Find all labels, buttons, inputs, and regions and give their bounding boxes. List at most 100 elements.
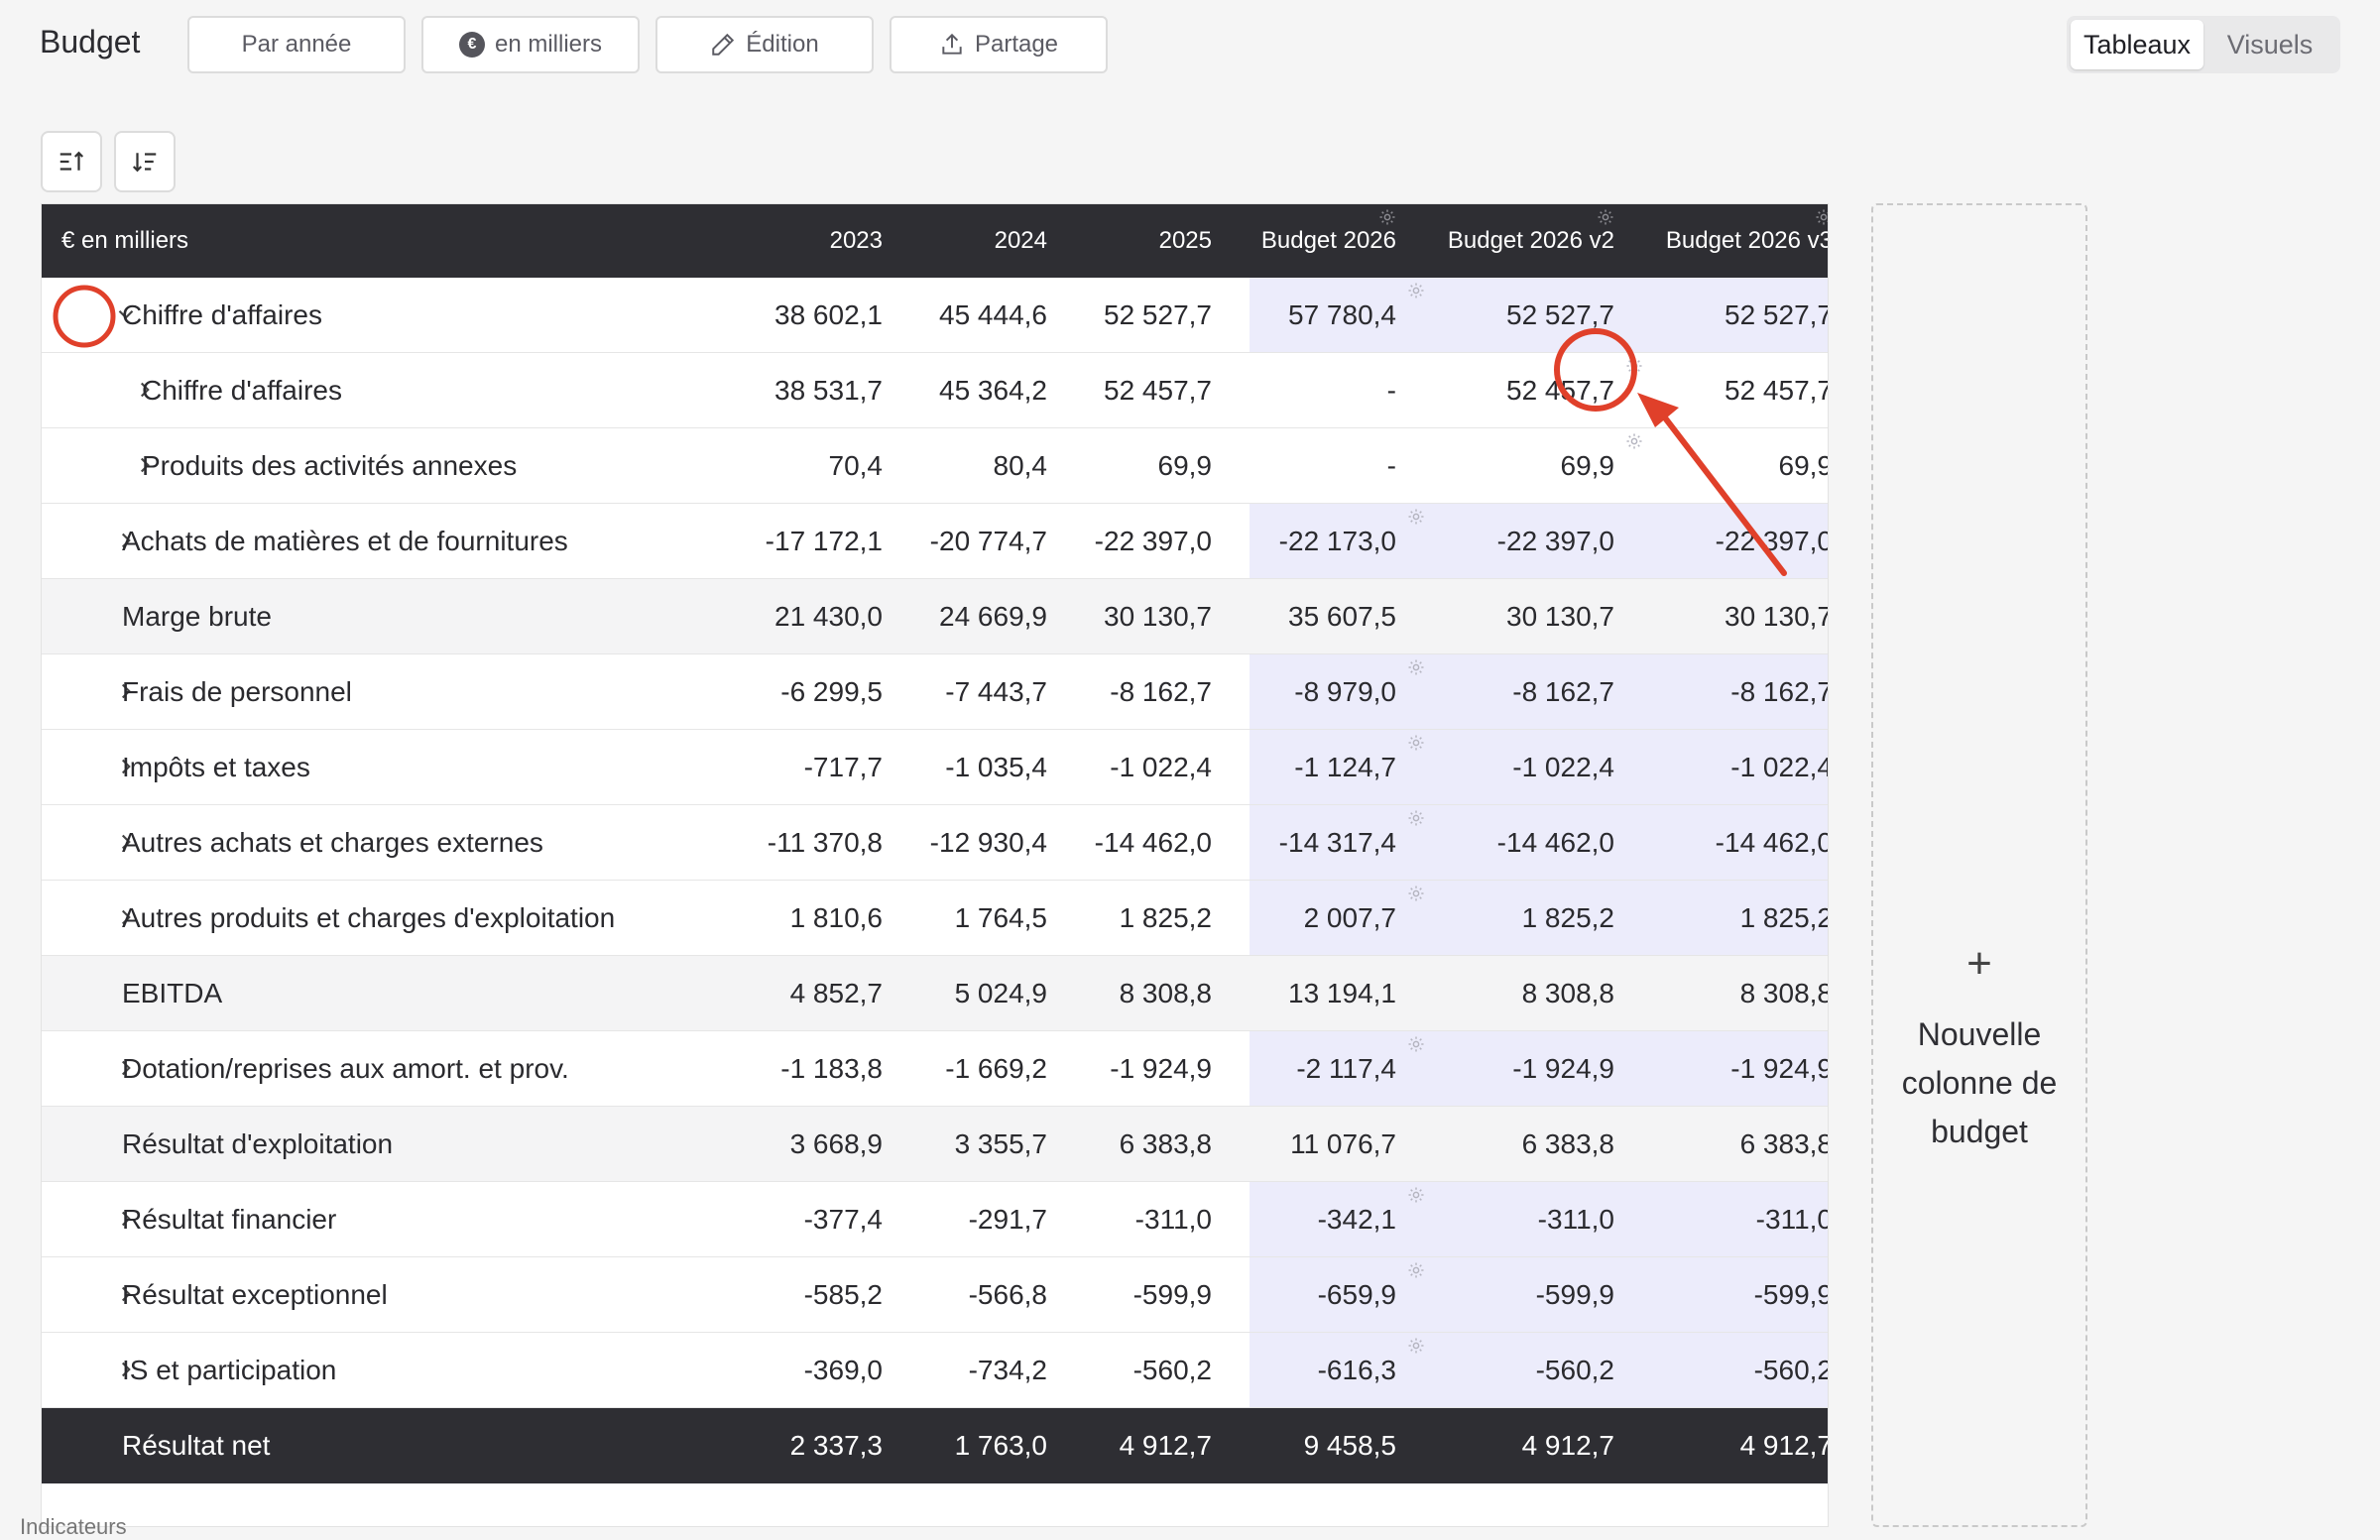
table-row[interactable]: Résultat financier -377,4 -291,7 -311,0 -342… — [42, 1182, 1828, 1257]
edition-button[interactable]: Édition — [655, 16, 874, 73]
cell-col-budget-2026[interactable]: - — [1250, 353, 1416, 427]
cell-settings-gear-icon[interactable] — [1407, 885, 1425, 902]
cell-col-budget-2026-v2[interactable]: 30 130,7 — [1430, 579, 1634, 653]
budget-table: € en milliers 2023 2024 2025 Budget 2026 Bud… — [41, 203, 1829, 1527]
cell-col-budget-2026-v2[interactable]: -1 022,4 — [1430, 730, 1634, 804]
cell-col-budget-2026-v3[interactable]: 4 912,7 — [1648, 1408, 1828, 1483]
cell-col-budget-2026-v3[interactable]: -14 462,0 — [1648, 805, 1828, 880]
cell-col-budget-2026-v2[interactable]: 4 912,7 — [1430, 1408, 1634, 1483]
sort-descending-button[interactable] — [114, 131, 176, 192]
cell-col-2024: -7 443,7 — [945, 675, 1047, 707]
cell-col-budget-2026-v3[interactable]: 52 457,7 — [1648, 353, 1828, 427]
cell-settings-gear-icon[interactable] — [1407, 1261, 1425, 1279]
cell-col-budget-2026-v2[interactable]: 69,9 — [1430, 428, 1634, 503]
cell-col-budget-2026-v2[interactable]: -311,0 — [1430, 1182, 1634, 1256]
table-row[interactable]: IS et participation -369,0 -734,2 -560,2 -61… — [42, 1333, 1828, 1408]
corner-label: € en milliers — [61, 227, 189, 254]
cell-col-budget-2026[interactable]: 35 607,5 — [1250, 579, 1416, 653]
table-row[interactable]: Chiffre d'affaires 38 602,1 45 444,6 52 527… — [42, 278, 1828, 353]
cell-col-budget-2026-v2[interactable]: -1 924,9 — [1430, 1031, 1634, 1106]
cell-settings-gear-icon[interactable] — [1407, 734, 1425, 752]
row-label: Achats de matières et de fournitures — [122, 525, 568, 556]
cell-col-budget-2026-v2[interactable]: -560,2 — [1430, 1333, 1634, 1407]
cell-col-2023: -17 172,1 — [765, 525, 883, 556]
cell-col-budget-2026-v2[interactable]: -8 162,7 — [1430, 654, 1634, 729]
cell-settings-gear-icon[interactable] — [1407, 1035, 1425, 1053]
column-settings-gear-icon[interactable] — [1815, 208, 1829, 226]
table-row[interactable]: Frais de personnel -6 299,5 -7 443,7 -8 162… — [42, 654, 1828, 730]
cell-settings-gear-icon[interactable] — [1625, 357, 1643, 375]
cell-col-2023: -585,2 — [803, 1278, 883, 1310]
cell-col-budget-2026-v3[interactable]: 1 825,2 — [1648, 881, 1828, 955]
table-row[interactable]: Dotation/reprises aux amort. et prov. -1 … — [42, 1031, 1828, 1107]
cell-col-2025: 52 457,7 — [1104, 374, 1212, 406]
cell-settings-gear-icon[interactable] — [1407, 282, 1425, 299]
cell-col-budget-2026-v3[interactable]: 8 308,8 — [1648, 956, 1828, 1030]
cell-col-budget-2026[interactable]: -342,1 — [1250, 1182, 1416, 1256]
cell-col-budget-2026-v3[interactable]: -599,9 — [1648, 1257, 1828, 1332]
cell-col-budget-2026-v2[interactable]: 8 308,8 — [1430, 956, 1634, 1030]
cell-col-budget-2026-v3[interactable]: -560,2 — [1648, 1333, 1828, 1407]
cell-col-budget-2026-v3[interactable]: 69,9 — [1648, 428, 1829, 503]
tab-tableaux[interactable]: Tableaux — [2071, 20, 2203, 69]
table-row-total: Résultat net 2 337,3 1 763,0 4 912,7 9 458,5… — [42, 1408, 1828, 1483]
table-row[interactable]: Autres produits et charges d'exploitatio… — [42, 881, 1828, 956]
column-settings-gear-icon[interactable] — [1597, 208, 1614, 226]
cell-col-budget-2026-v2[interactable]: -14 462,0 — [1430, 805, 1634, 880]
cell-col-budget-2026-v3[interactable]: -8 162,7 — [1648, 654, 1828, 729]
cell-col-budget-2026[interactable]: 11 076,7 — [1250, 1107, 1416, 1181]
cell-settings-gear-icon[interactable] — [1407, 809, 1425, 827]
cell-col-budget-2026-v2[interactable]: -22 397,0 — [1430, 504, 1634, 578]
column-settings-gear-icon[interactable] — [1378, 208, 1396, 226]
table-row[interactable]: Autres achats et charges externes -11 370… — [42, 805, 1828, 881]
cell-col-2024: 80,4 — [993, 449, 1048, 481]
cell-settings-gear-icon[interactable] — [1407, 1186, 1425, 1204]
cell-col-budget-2026[interactable]: 9 458,5 — [1250, 1408, 1416, 1483]
cell-settings-gear-icon[interactable] — [1407, 658, 1425, 676]
cell-col-budget-2026[interactable]: -2 117,4 — [1250, 1031, 1416, 1106]
cell-col-budget-2026[interactable]: 13 194,1 — [1250, 956, 1416, 1030]
cell-col-budget-2026[interactable]: 2 007,7 — [1250, 881, 1416, 955]
sort-ascending-button[interactable] — [41, 131, 102, 192]
cell-col-2023: 1 810,6 — [789, 901, 883, 933]
table-row[interactable]: Impôts et taxes -717,7 -1 035,4 -1 022,4 -1 … — [42, 730, 1828, 805]
cell-col-budget-2026-v3[interactable]: 6 383,8 — [1648, 1107, 1828, 1181]
cell-col-budget-2026-v3[interactable]: -311,0 — [1648, 1182, 1828, 1256]
cell-col-budget-2026[interactable]: 57 780,4 — [1250, 278, 1416, 352]
cell-col-budget-2026-v2[interactable]: -599,9 — [1430, 1257, 1634, 1332]
cell-col-budget-2026-v2[interactable]: 6 383,8 — [1430, 1107, 1634, 1181]
cell-col-budget-2026[interactable]: -8 979,0 — [1250, 654, 1416, 729]
par-annee-button[interactable]: Par année — [187, 16, 406, 73]
cell-col-2023: -717,7 — [803, 751, 883, 782]
cell-col-budget-2026[interactable]: - — [1250, 428, 1416, 503]
cell-col-2024: 24 669,9 — [939, 600, 1047, 632]
cell-col-budget-2026-v3[interactable]: 30 130,7 — [1648, 579, 1828, 653]
cell-settings-gear-icon[interactable] — [1625, 432, 1643, 450]
cell-col-budget-2026-v2[interactable]: 1 825,2 — [1430, 881, 1634, 955]
cell-col-budget-2026-v2[interactable]: 52 457,7 — [1430, 353, 1634, 427]
cell-col-2023: -11 370,8 — [767, 826, 883, 858]
cell-settings-gear-icon[interactable] — [1407, 508, 1425, 526]
units-button[interactable]: € en milliers — [421, 16, 640, 73]
cell-col-budget-2026-v3[interactable]: 52 527,7 — [1648, 278, 1828, 352]
table-row[interactable]: Produits des activités annexes 70,4 80,4 69… — [42, 428, 1829, 504]
cell-col-2023: 4 852,7 — [789, 977, 883, 1008]
cell-col-budget-2026-v2[interactable]: 52 527,7 — [1430, 278, 1634, 352]
tab-visuels[interactable]: Visuels — [2203, 20, 2336, 69]
cell-col-budget-2026-v3[interactable]: -22 397,0 — [1648, 504, 1828, 578]
cell-col-budget-2026[interactable]: -22 173,0 — [1250, 504, 1416, 578]
partage-button[interactable]: Partage — [890, 16, 1108, 73]
table-row[interactable]: Résultat exceptionnel -585,2 -566,8 -599,9-… — [42, 1257, 1828, 1333]
cell-col-budget-2026-v3[interactable]: -1 022,4 — [1648, 730, 1828, 804]
cell-col-budget-2026[interactable]: -659,9 — [1250, 1257, 1416, 1332]
cell-col-budget-2026[interactable]: -14 317,4 — [1250, 805, 1416, 880]
cell-col-2024: -1 669,2 — [945, 1052, 1047, 1084]
cell-col-budget-2026-v3[interactable]: -1 924,9 — [1648, 1031, 1828, 1106]
table-row[interactable]: Chiffre d'affaires 38 531,7 45 364,2 52 457… — [42, 353, 1828, 428]
cell-col-budget-2026[interactable]: -616,3 — [1250, 1333, 1416, 1407]
new-budget-column-button[interactable]: + Nouvelle colonne de budget — [1871, 203, 2087, 1527]
cell-settings-gear-icon[interactable] — [1407, 1337, 1425, 1355]
table-row[interactable]: Achats de matières et de fournitures -17 … — [42, 504, 1828, 579]
row-label: Résultat net — [122, 1430, 271, 1461]
cell-col-budget-2026[interactable]: -1 124,7 — [1250, 730, 1416, 804]
